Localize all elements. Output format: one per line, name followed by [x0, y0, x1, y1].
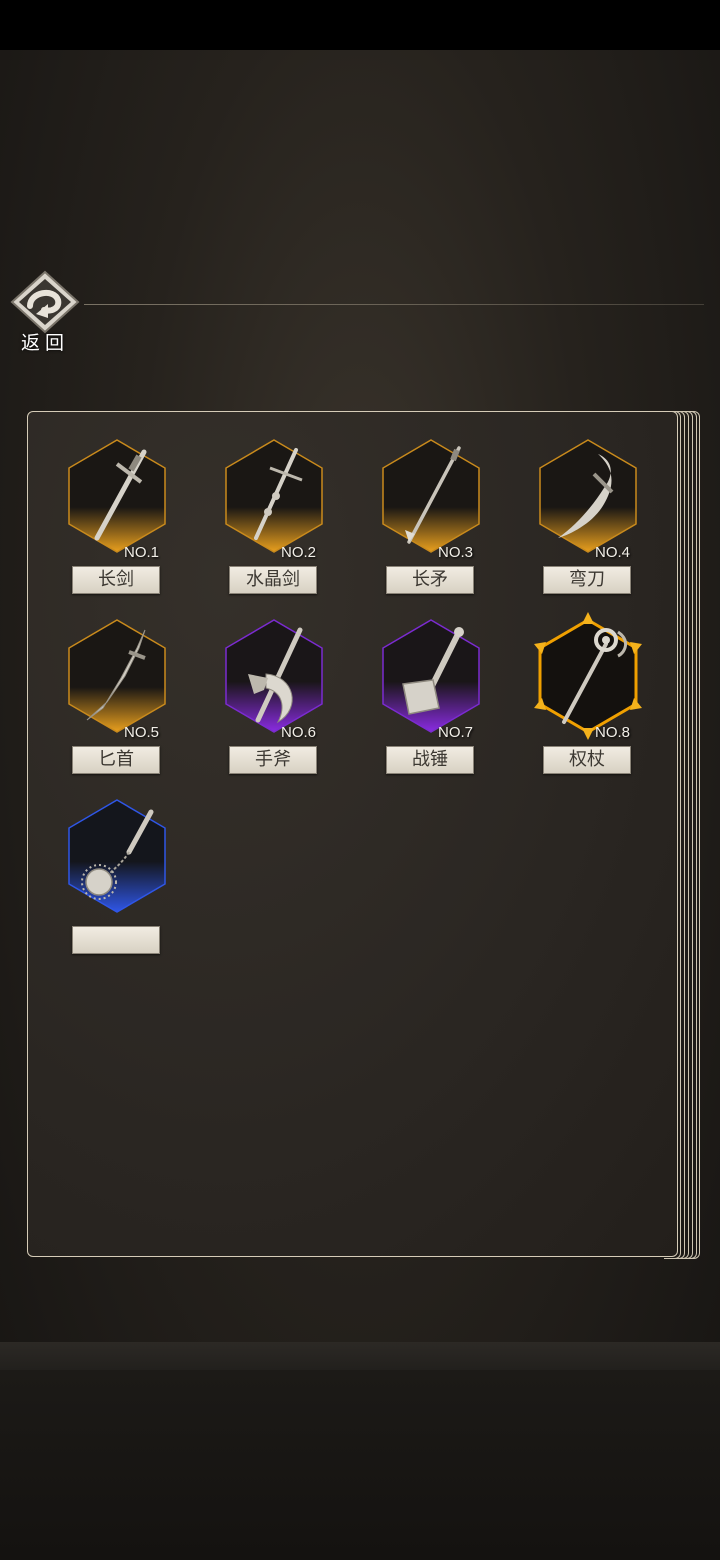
dagger-icon — [86, 629, 146, 721]
weapon-card-4[interactable]: NO.4 弯刀 — [528, 438, 648, 608]
weapon-number: NO.3 — [437, 544, 473, 561]
weapon-name-plate: 长矛 — [386, 566, 474, 594]
back-arrow-icon — [10, 270, 80, 334]
weapon-frame: NO.4 — [538, 438, 638, 561]
weapon-number: NO.7 — [437, 724, 473, 741]
weapon-frame: NO.7 — [381, 618, 481, 741]
weapon-name-plate: 权杖 — [543, 746, 631, 774]
weapon-name-plate — [72, 926, 160, 954]
crystal-sword-icon — [254, 448, 303, 540]
weapon-card-8[interactable]: NO.8 权杖 — [528, 612, 648, 788]
weapon-number: NO.8 — [594, 724, 630, 741]
back-label: 返回 — [20, 332, 69, 354]
weapon-name-plate: 手斧 — [229, 746, 317, 774]
weapon-frame: NO.6 — [224, 618, 324, 741]
war-hammer-icon — [402, 627, 464, 715]
scimitar-icon — [558, 454, 614, 538]
back-button[interactable]: 返回 — [8, 270, 82, 354]
weapon-number: NO.6 — [280, 724, 316, 741]
weapon-name-plate: 弯刀 — [543, 566, 631, 594]
weapon-card-2[interactable]: NO.2 水晶剑 — [214, 438, 334, 608]
weapon-frame: NO.5 — [67, 618, 167, 741]
weapon-number: NO.4 — [594, 544, 630, 561]
weapon-card-9[interactable] — [57, 798, 177, 968]
weapon-name-plate: 匕首 — [72, 746, 160, 774]
status-bar — [0, 0, 720, 50]
weapon-frame: NO.3 — [381, 438, 481, 561]
weapon-number: NO.1 — [123, 544, 159, 561]
weapon-name-plate: 长剑 — [72, 566, 160, 594]
scepter-icon — [562, 628, 627, 724]
flail-icon — [81, 809, 154, 900]
weapon-frame: NO.1 — [67, 438, 167, 561]
weapon-collection-panel: NO.1 长剑 NO.2 水晶剑 NO.3 长矛 NO.4 弯刀 NO.5 匕首… — [27, 411, 678, 1257]
weapon-card-7[interactable]: NO.7 战锤 — [371, 618, 491, 788]
weapon-card-6[interactable]: NO.6 手斧 — [214, 618, 334, 788]
weapon-frame — [67, 798, 167, 914]
hand-axe-icon — [248, 627, 303, 724]
weapon-number: NO.5 — [123, 724, 159, 741]
spear-icon — [405, 446, 461, 544]
weapon-frame: NO.8 — [534, 612, 642, 741]
long-sword-icon — [94, 449, 147, 541]
weapon-card-5[interactable]: NO.5 匕首 — [57, 618, 177, 788]
weapon-frame: NO.2 — [224, 438, 324, 561]
bottom-bar — [0, 1342, 720, 1370]
header-divider — [84, 304, 704, 305]
weapon-name-plate: 战锤 — [386, 746, 474, 774]
weapon-name-plate: 水晶剑 — [229, 566, 317, 594]
lower-area — [0, 1370, 720, 1560]
weapon-number: NO.2 — [280, 544, 316, 561]
weapon-card-3[interactable]: NO.3 长矛 — [371, 438, 491, 608]
weapon-card-1[interactable]: NO.1 长剑 — [57, 438, 177, 608]
